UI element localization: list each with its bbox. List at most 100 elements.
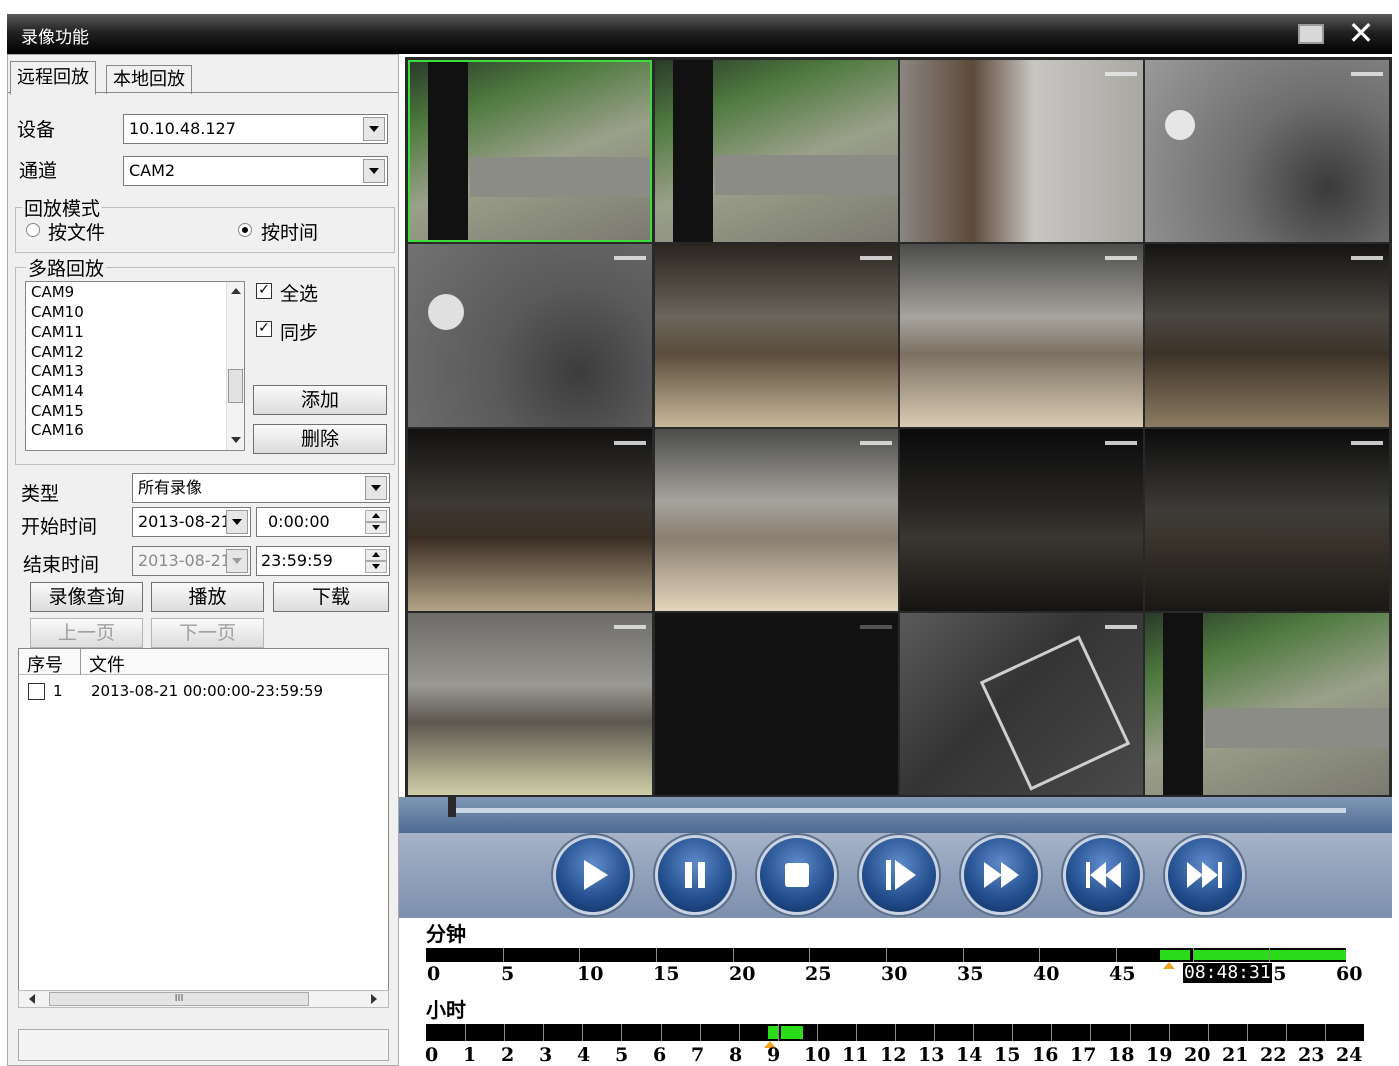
end-date-select: 2013-08-21 <box>132 546 251 576</box>
start-time-spinner[interactable]: 0:00:00 <box>256 507 390 537</box>
add-button[interactable]: 添加 <box>253 385 387 415</box>
spin-down-icon[interactable] <box>365 522 387 534</box>
hour-tick-label: 1 <box>463 1044 477 1066</box>
hour-tick <box>582 1024 584 1041</box>
chevron-down-icon[interactable] <box>363 117 385 141</box>
status-box <box>18 1029 389 1061</box>
file-list[interactable]: 序号 文件 1 2013-08-21 00:00:00-23:59:59 <box>18 648 389 1008</box>
list-item[interactable]: CAM15 <box>31 402 84 420</box>
video-cell-5[interactable] <box>408 244 652 427</box>
list-item[interactable]: CAM10 <box>31 303 84 321</box>
scroll-thumb[interactable] <box>228 369 243 403</box>
minute-tick <box>656 948 657 962</box>
video-cell-2[interactable] <box>655 60 898 242</box>
list-item[interactable]: CAM14 <box>31 382 84 400</box>
scroll-left-icon[interactable] <box>29 994 35 1004</box>
row-checkbox[interactable] <box>28 683 45 700</box>
prev-page-button[interactable]: 上一页 <box>30 618 143 648</box>
delete-button[interactable]: 删除 <box>253 424 387 454</box>
col-index[interactable]: 序号 <box>27 651 63 677</box>
type-select[interactable]: 所有录像 <box>132 473 390 503</box>
spin-up-icon[interactable] <box>365 549 387 561</box>
video-cell-9[interactable] <box>408 429 652 611</box>
minute-tick <box>579 948 581 962</box>
video-cell-6[interactable] <box>655 244 898 427</box>
video-cell-8[interactable] <box>1145 244 1389 427</box>
video-cell-12[interactable] <box>1145 429 1389 611</box>
tab-remote-playback[interactable]: 远程回放 <box>10 61 96 95</box>
end-time-label: 结束时间 <box>23 554 100 576</box>
channel-select[interactable]: CAM2 <box>123 156 388 186</box>
stop-control-button[interactable] <box>760 838 834 912</box>
skip-back-control-button[interactable] <box>1066 838 1140 912</box>
radio-by-time-label: 按时间 <box>261 222 319 244</box>
video-cell-10[interactable] <box>655 429 898 611</box>
scroll-up-icon[interactable] <box>231 288 241 294</box>
hour-tick <box>1168 1024 1170 1041</box>
spin-up-icon[interactable] <box>365 510 387 522</box>
minute-tick <box>962 948 964 962</box>
play-control-button[interactable] <box>556 838 630 912</box>
hour-tick-label: 8 <box>729 1044 743 1066</box>
start-date-select[interactable]: 2013-08-21 <box>132 507 251 537</box>
close-icon[interactable]: ✕ <box>1345 17 1377 50</box>
radio-by-file[interactable] <box>26 223 40 237</box>
scroll-down-icon[interactable] <box>231 437 241 443</box>
stop-icon <box>785 863 809 887</box>
table-row[interactable]: 1 2013-08-21 00:00:00-23:59:59 <box>19 677 388 701</box>
video-cell-1[interactable] <box>408 60 652 242</box>
video-cell-3[interactable] <box>900 60 1143 242</box>
pause-control-button[interactable] <box>658 838 732 912</box>
minute-tick <box>732 948 734 962</box>
hscroll-thumb[interactable]: III <box>49 992 309 1006</box>
camera-list-scrollbar[interactable] <box>226 282 244 450</box>
video-cell-15[interactable] <box>900 613 1143 795</box>
col-file[interactable]: 文件 <box>89 651 125 677</box>
horizontal-scrollbar[interactable]: III <box>18 990 389 1008</box>
multi-playback-title: 多路回放 <box>26 254 107 281</box>
end-time-spinner[interactable]: 23:59:59 <box>256 546 390 576</box>
left-panel: 远程回放 本地回放 设备 10.10.48.127 通道 CAM2 回放模式 按… <box>7 54 399 1066</box>
chevron-down-icon[interactable] <box>363 159 385 183</box>
video-cell-7[interactable] <box>900 244 1143 427</box>
list-item[interactable]: CAM12 <box>31 343 84 361</box>
minute-tick-label: 45 <box>1109 963 1136 985</box>
minute-tick <box>1116 948 1117 962</box>
list-item[interactable]: CAM13 <box>31 362 84 380</box>
list-item[interactable]: CAM11 <box>31 323 84 341</box>
video-cell-14[interactable] <box>655 613 898 795</box>
video-cell-13[interactable] <box>408 613 652 795</box>
chevron-down-icon[interactable] <box>365 476 387 500</box>
fast-forward-control-button[interactable] <box>964 838 1038 912</box>
next-page-button[interactable]: 下一页 <box>151 618 264 648</box>
video-cell-16[interactable] <box>1145 613 1389 795</box>
hour-recorded-segment <box>768 1026 778 1039</box>
hour-tick-label: 4 <box>577 1044 591 1066</box>
step-frame-control-button[interactable] <box>862 838 936 912</box>
radio-by-time[interactable] <box>238 223 252 237</box>
device-select[interactable]: 10.10.48.127 <box>123 114 388 144</box>
play-button[interactable]: 播放 <box>151 582 264 612</box>
sync-checkbox[interactable]: ✓ <box>256 321 272 337</box>
tab-local-playback[interactable]: 本地回放 <box>106 65 192 94</box>
minute-position-marker[interactable] <box>1163 962 1175 969</box>
progress-slider[interactable] <box>448 808 1346 813</box>
record-query-button[interactable]: 录像查询 <box>30 582 143 612</box>
list-item[interactable]: CAM9 <box>31 283 74 301</box>
chevron-down-icon[interactable] <box>226 510 248 534</box>
list-item[interactable]: CAM16 <box>31 421 84 439</box>
download-button[interactable]: 下载 <box>273 582 389 612</box>
select-all-checkbox[interactable]: ✓ <box>256 283 272 299</box>
chevron-down-icon <box>226 549 248 573</box>
scroll-right-icon[interactable] <box>371 994 377 1004</box>
video-cell-11[interactable] <box>900 429 1143 611</box>
video-cell-4[interactable] <box>1145 60 1389 242</box>
spin-down-icon[interactable] <box>365 561 387 573</box>
skip-next-control-button[interactable] <box>1168 838 1242 912</box>
hour-tick-label: 2 <box>501 1044 515 1066</box>
progress-thumb[interactable] <box>448 797 456 817</box>
hour-tick <box>1285 1024 1287 1041</box>
minute-tick-label: 60 <box>1336 963 1363 985</box>
hour-label: 小时 <box>426 998 466 1022</box>
restore-button[interactable] <box>1298 24 1324 44</box>
